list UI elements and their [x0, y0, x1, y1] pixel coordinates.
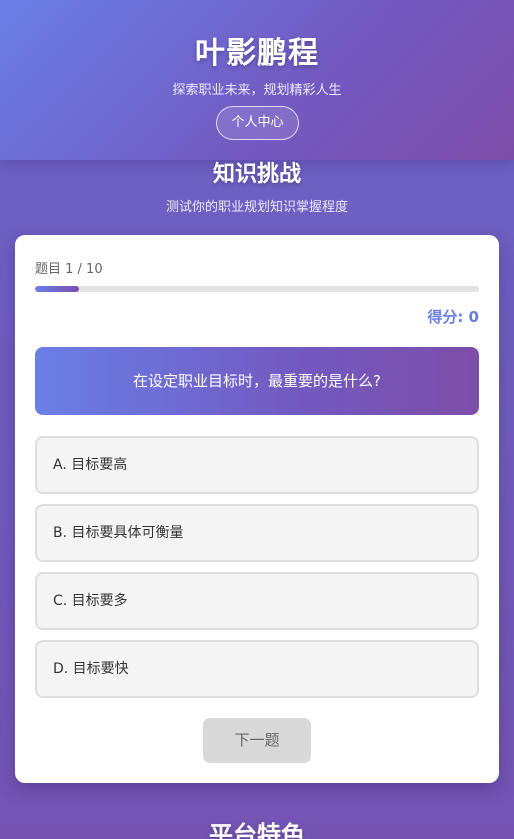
quiz-section-subtitle: 测试你的职业规划知识掌握程度: [165, 200, 348, 215]
quiz-section-title: 知识挑战: [212, 162, 301, 187]
brand-title: 叶影鹏程: [195, 36, 319, 71]
brand-tagline: 探索职业未来，规划精彩人生: [172, 83, 342, 98]
question-text: 在设定职业目标时，最重要的是什么?: [35, 347, 479, 415]
next-question-button[interactable]: 下一题: [203, 718, 311, 763]
features-section-title: 平台特色: [209, 821, 305, 839]
score-label: 得分: 0: [427, 308, 479, 326]
progress-bar: [35, 286, 479, 292]
option-a[interactable]: A. 目标要高: [35, 436, 479, 494]
option-d[interactable]: D. 目标要快: [35, 640, 479, 698]
option-b[interactable]: B. 目标要具体可衡量: [35, 504, 479, 562]
progress-fill: [35, 286, 80, 292]
profile-button[interactable]: 个人中心: [216, 106, 299, 140]
site-header: 叶影鹏程 探索职业未来，规划精彩人生 个人中心: [0, 0, 514, 160]
quiz-card: 题目 1 / 10 得分: 0 在设定职业目标时，最重要的是什么? A. 目标要…: [15, 235, 499, 783]
option-c[interactable]: C. 目标要多: [35, 572, 479, 630]
question-counter: 题目 1 / 10: [35, 262, 103, 277]
